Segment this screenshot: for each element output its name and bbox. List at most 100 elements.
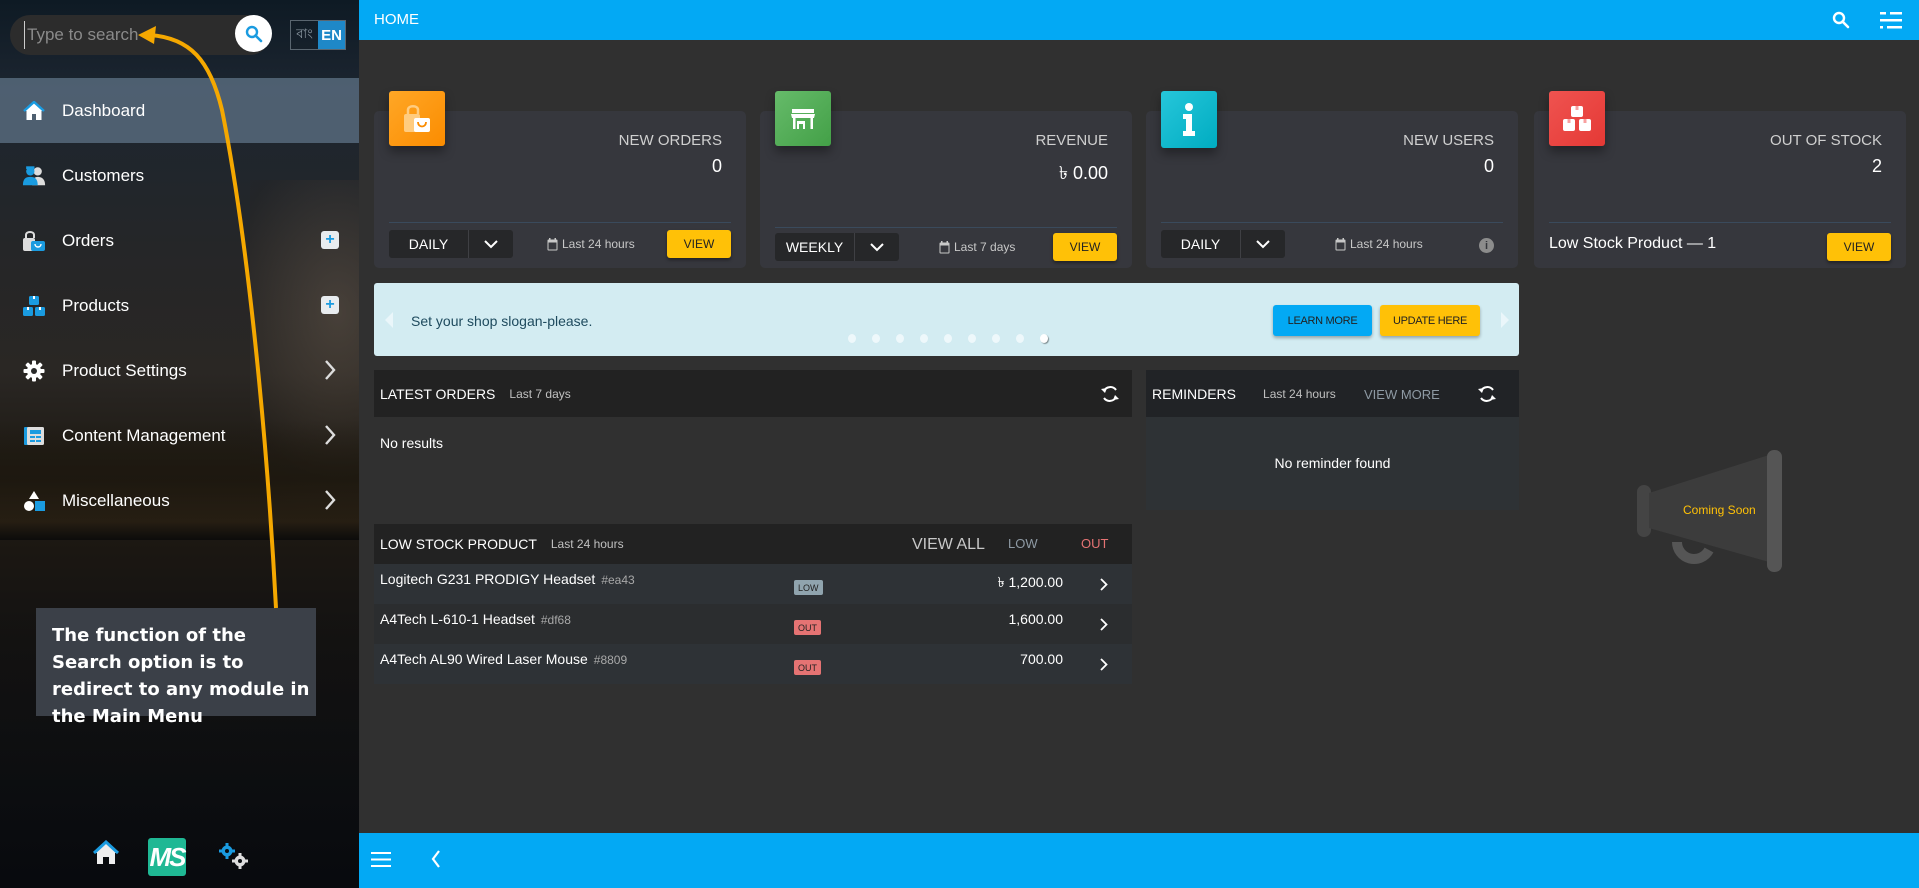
- annotation-callout: The function of the Search option is to …: [36, 608, 316, 727]
- refresh-reminders-button[interactable]: [1477, 384, 1497, 409]
- filter-out-tab[interactable]: OUT: [1081, 536, 1108, 551]
- period-select[interactable]: DAILY: [1161, 230, 1285, 258]
- refresh-icon: [1478, 386, 1496, 402]
- chevron-down-icon[interactable]: [855, 233, 899, 261]
- search-input[interactable]: [24, 21, 224, 49]
- latest-orders-header: LATEST ORDERS Last 7 days: [374, 370, 1132, 417]
- refresh-icon: [1101, 386, 1119, 402]
- carousel-dot[interactable]: [1016, 334, 1024, 343]
- search-icon: [245, 25, 262, 42]
- sidebar-item-products[interactable]: Products +: [0, 273, 359, 338]
- reminders-body: No reminder found: [1146, 417, 1519, 510]
- sidebar-footer: MS: [0, 830, 359, 888]
- table-row[interactable]: A4Tech L-610-1 Headset #df68 OUT 1,600.00: [374, 604, 1132, 644]
- menu-toggle-button[interactable]: [371, 851, 391, 873]
- view-button[interactable]: VIEW: [1053, 233, 1117, 261]
- slogan-carousel: Set your shop slogan-please. LEARN MORE …: [374, 283, 1519, 356]
- settings-gears-icon: [219, 843, 248, 869]
- sidebar-item-miscellaneous[interactable]: Miscellaneous: [0, 468, 359, 533]
- language-switcher: বাং EN: [290, 20, 346, 50]
- calendar-icon: [1335, 237, 1346, 250]
- chevron-right-icon[interactable]: [323, 488, 337, 512]
- customers-icon: [22, 164, 46, 188]
- coming-soon-widget: Coming Soon: [1637, 450, 1797, 580]
- sidebar-item-label: Products: [62, 295, 130, 315]
- calendar-icon: [939, 240, 950, 253]
- filter-low-tab[interactable]: LOW: [1008, 536, 1038, 551]
- view-more-link[interactable]: VIEW MORE: [1364, 387, 1440, 402]
- period-select[interactable]: WEEKLY: [775, 233, 899, 261]
- top-search-button[interactable]: [1832, 11, 1850, 34]
- status-badge: OUT: [794, 660, 821, 675]
- brand-logo[interactable]: MS: [148, 838, 187, 876]
- back-button[interactable]: [431, 850, 441, 873]
- status-badge: OUT: [794, 620, 821, 635]
- language-option-bn[interactable]: বাং: [291, 21, 318, 49]
- stat-card-new-orders: NEW ORDERS 0 DAILY Last 24 hours VIEW: [374, 91, 746, 268]
- chevron-right-icon[interactable]: [323, 358, 337, 382]
- info-button[interactable]: i: [1479, 238, 1494, 253]
- back-icon: [431, 850, 440, 868]
- low-stock-count: Low Stock Product — 1: [1549, 235, 1717, 252]
- chevron-right-icon[interactable]: [323, 423, 337, 447]
- stat-card-out-of-stock: OUT OF STOCK 2 Low Stock Product — 1 VIE…: [1534, 91, 1906, 268]
- products-icon: [22, 294, 46, 318]
- product-price: ৳ 1,200.00: [997, 574, 1063, 590]
- carousel-dot[interactable]: [896, 334, 904, 343]
- stat-card-revenue: REVENUE ৳ 0.00 WEEKLY Last 7 days VIEW: [760, 91, 1132, 268]
- card-title: NEW ORDERS: [618, 132, 722, 149]
- carousel-next-arrow[interactable]: [1501, 312, 1509, 328]
- chevron-down-icon[interactable]: [469, 230, 513, 258]
- carousel-dot[interactable]: [920, 334, 928, 343]
- period-label: DAILY: [389, 230, 469, 258]
- chevron-right-icon[interactable]: [1100, 658, 1108, 671]
- chevron-down-icon[interactable]: [1241, 230, 1285, 258]
- card-value: ৳ 0.00: [1059, 163, 1108, 183]
- carousel-dot[interactable]: [992, 334, 1000, 343]
- table-row[interactable]: A4Tech AL90 Wired Laser Mouse #8809 OUT 7…: [374, 644, 1132, 684]
- app-root: বাং EN Dashboard Customers Orders: [0, 0, 1919, 888]
- layout-toggle-button[interactable]: [1880, 11, 1902, 34]
- sidebar-item-content-management[interactable]: Content Management: [0, 403, 359, 468]
- add-order-button[interactable]: +: [321, 231, 339, 249]
- language-option-en[interactable]: EN: [318, 21, 345, 49]
- sidebar-item-label: Miscellaneous: [62, 490, 170, 510]
- product-name-text: Logitech G231 PRODIGY Headset: [380, 571, 596, 587]
- card-divider: [775, 227, 1117, 228]
- search-button[interactable]: [235, 15, 272, 52]
- sidebar-item-dashboard[interactable]: Dashboard: [0, 78, 359, 143]
- status-badge: LOW: [794, 580, 823, 595]
- content-icon: [22, 424, 46, 448]
- search-box: [10, 15, 270, 55]
- shop-slogan: Set your shop slogan-please.: [411, 313, 593, 329]
- layout-toggle-icon: [1880, 12, 1902, 29]
- refresh-orders-button[interactable]: [1100, 384, 1120, 409]
- card-range: Last 24 hours: [547, 237, 635, 251]
- footer-home-button[interactable]: [92, 839, 120, 871]
- carousel-dot[interactable]: [944, 334, 952, 343]
- carousel-dot[interactable]: [968, 334, 976, 343]
- home-icon: [22, 99, 46, 123]
- chevron-right-icon[interactable]: [1100, 578, 1108, 591]
- sidebar-item-product-settings[interactable]: Product Settings: [0, 338, 359, 403]
- sidebar-item-orders[interactable]: Orders +: [0, 208, 359, 273]
- period-select[interactable]: DAILY: [389, 230, 513, 258]
- table-row[interactable]: Logitech G231 PRODIGY Headset #ea43 LOW ৳…: [374, 564, 1132, 604]
- chevron-right-icon[interactable]: [1100, 618, 1108, 631]
- carousel-prev-arrow[interactable]: [385, 312, 393, 328]
- product-name-text: A4Tech L-610-1 Headset: [380, 611, 535, 627]
- sidebar-item-customers[interactable]: Customers: [0, 143, 359, 208]
- orders-icon: [22, 229, 46, 253]
- add-product-button[interactable]: +: [321, 296, 339, 314]
- update-here-button[interactable]: UPDATE HERE: [1380, 305, 1480, 336]
- product-name: Logitech G231 PRODIGY Headset #ea43: [380, 571, 635, 587]
- sidebar-item-label: Product Settings: [62, 360, 187, 380]
- view-button[interactable]: VIEW: [667, 230, 731, 258]
- view-button[interactable]: VIEW: [1827, 233, 1891, 261]
- view-all-link[interactable]: VIEW ALL: [912, 536, 985, 554]
- footer-settings-button[interactable]: [218, 842, 250, 875]
- carousel-dot[interactable]: [848, 334, 856, 343]
- carousel-dot[interactable]: [1040, 334, 1048, 343]
- carousel-dot[interactable]: [872, 334, 880, 343]
- learn-more-button[interactable]: LEARN MORE: [1273, 305, 1372, 336]
